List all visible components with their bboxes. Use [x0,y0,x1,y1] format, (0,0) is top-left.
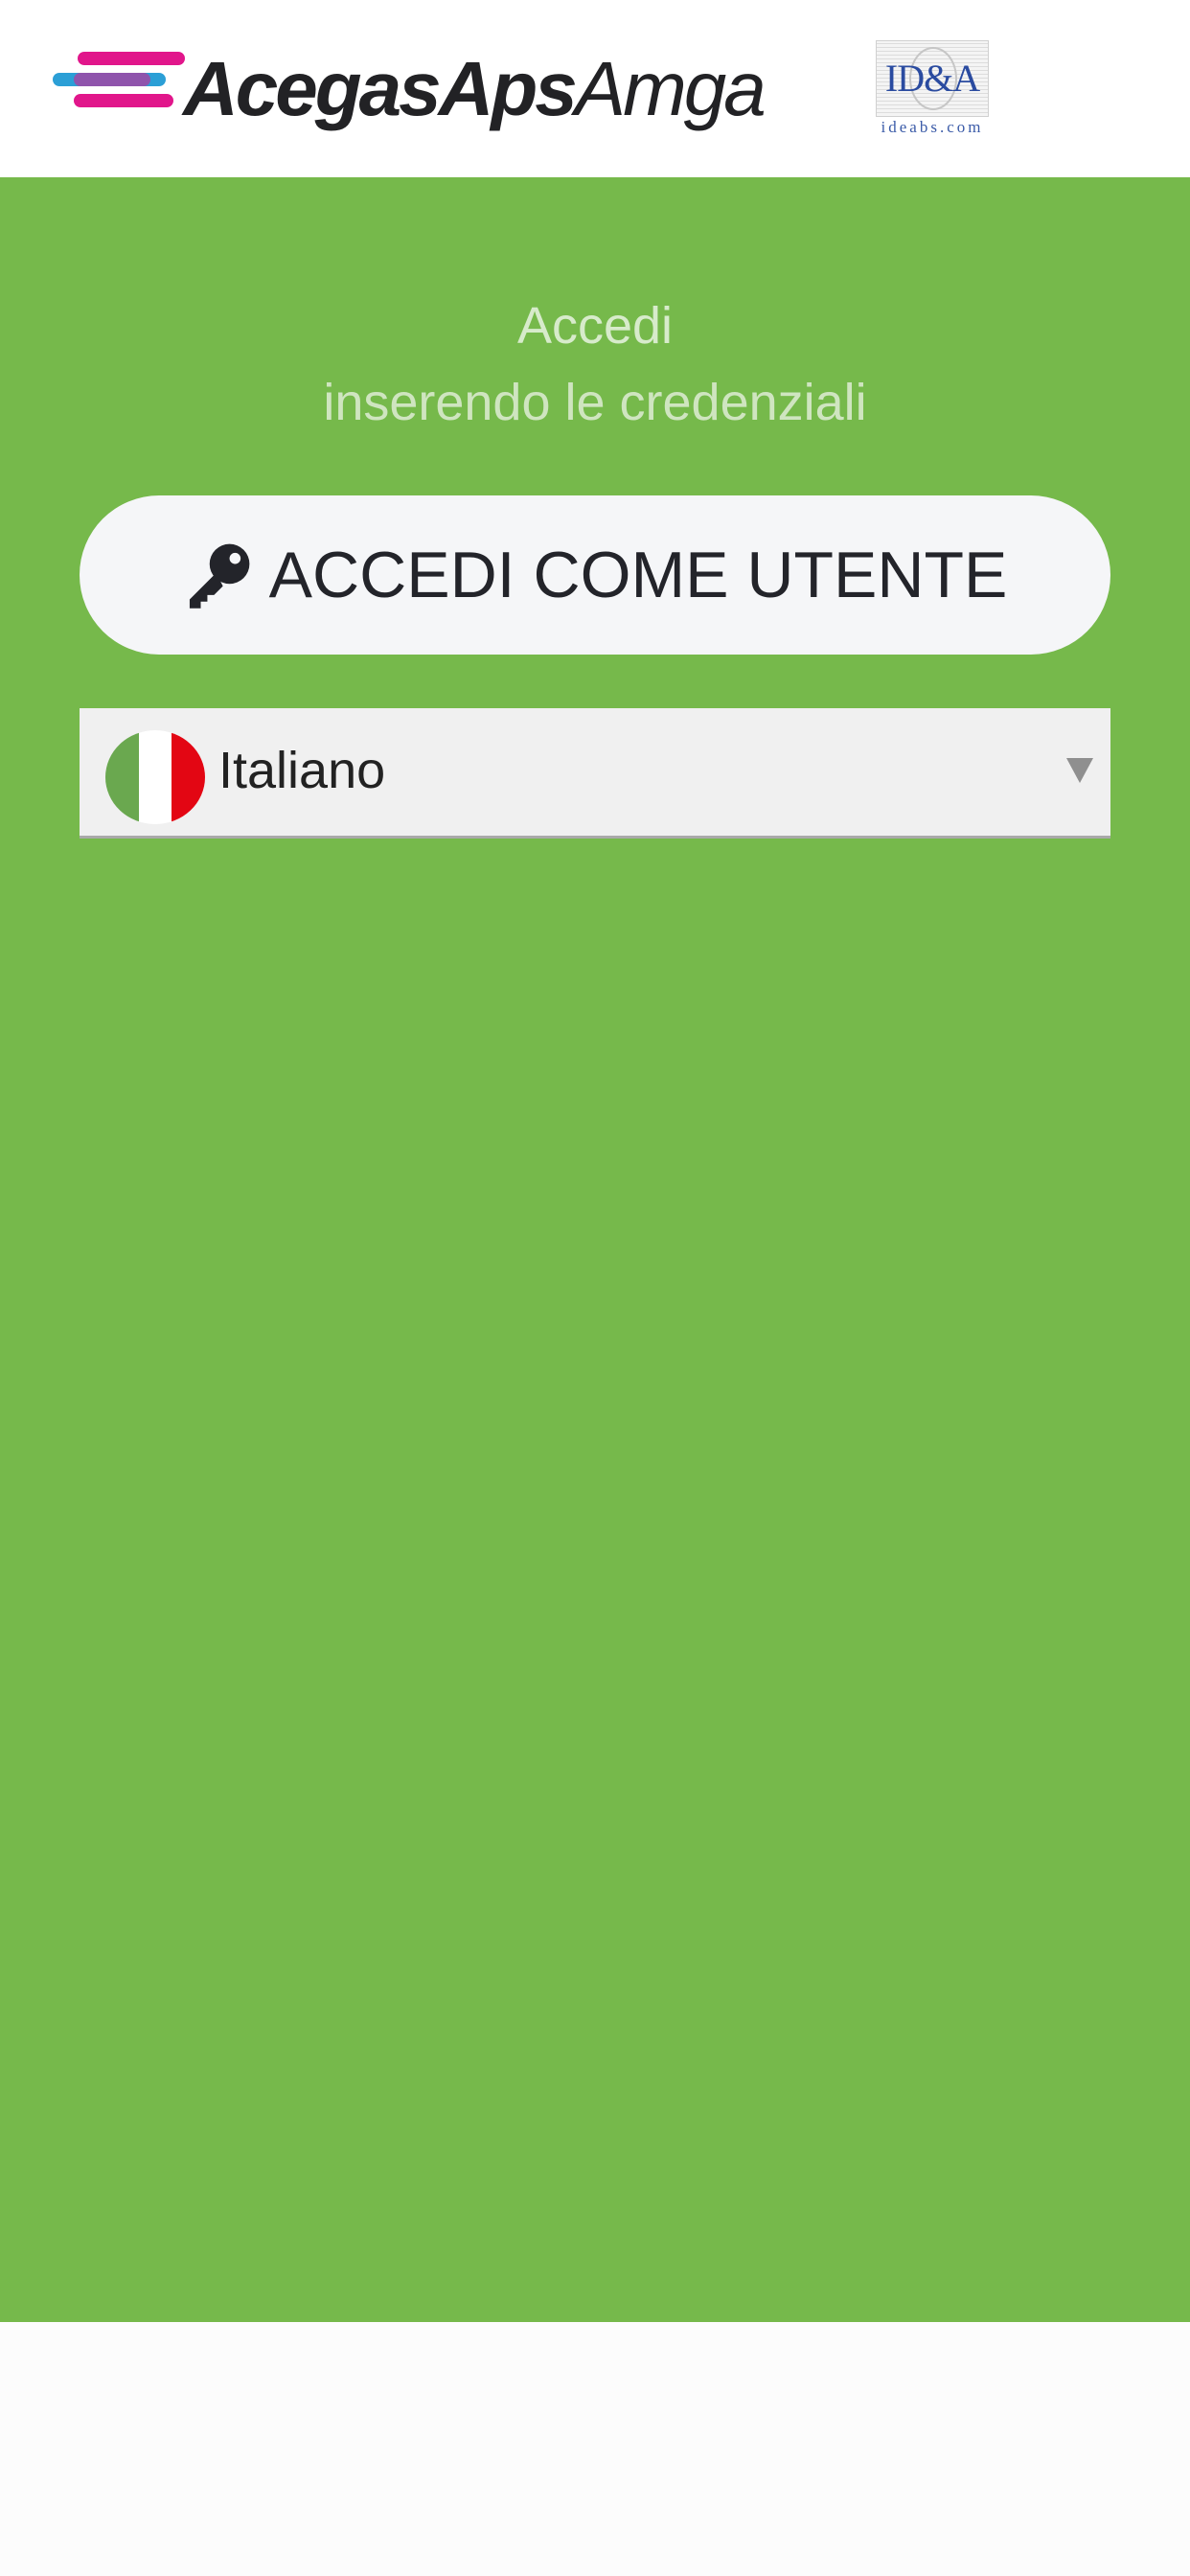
language-select[interactable]: Italiano [80,708,1110,839]
login-as-user-button[interactable]: ACCEDI COME UTENTE [80,495,1110,655]
login-panel: Accedi inserendo le credenziali ACCEDI C… [0,177,1190,2322]
italy-flag-icon [105,730,205,824]
partner-logo: ID&A ideabs.com [876,40,989,140]
header: AcegasApsAmga ID&A ideabs.com [0,0,1190,177]
page-title: Accedi [516,297,674,355]
partner-domain: ideabs.com [881,118,984,136]
login-as-user-label: ACCEDI COME UTENTE [268,539,1008,611]
brand-name-light: Amga [574,46,767,131]
brand-stripes-icon [53,52,185,107]
acegasapsamga-logo: AcegasApsAmga [53,46,767,132]
key-icon [189,543,250,609]
partner-logo-text: ID&A [884,57,980,100]
brand-name: AcegasApsAmga [183,46,767,132]
language-select-value: Italiano [218,742,386,799]
page-subtitle: inserendo le credenziali [323,374,867,431]
triangle-down-icon [1066,758,1093,783]
brand-name-bold: AcegasAps [183,46,578,131]
